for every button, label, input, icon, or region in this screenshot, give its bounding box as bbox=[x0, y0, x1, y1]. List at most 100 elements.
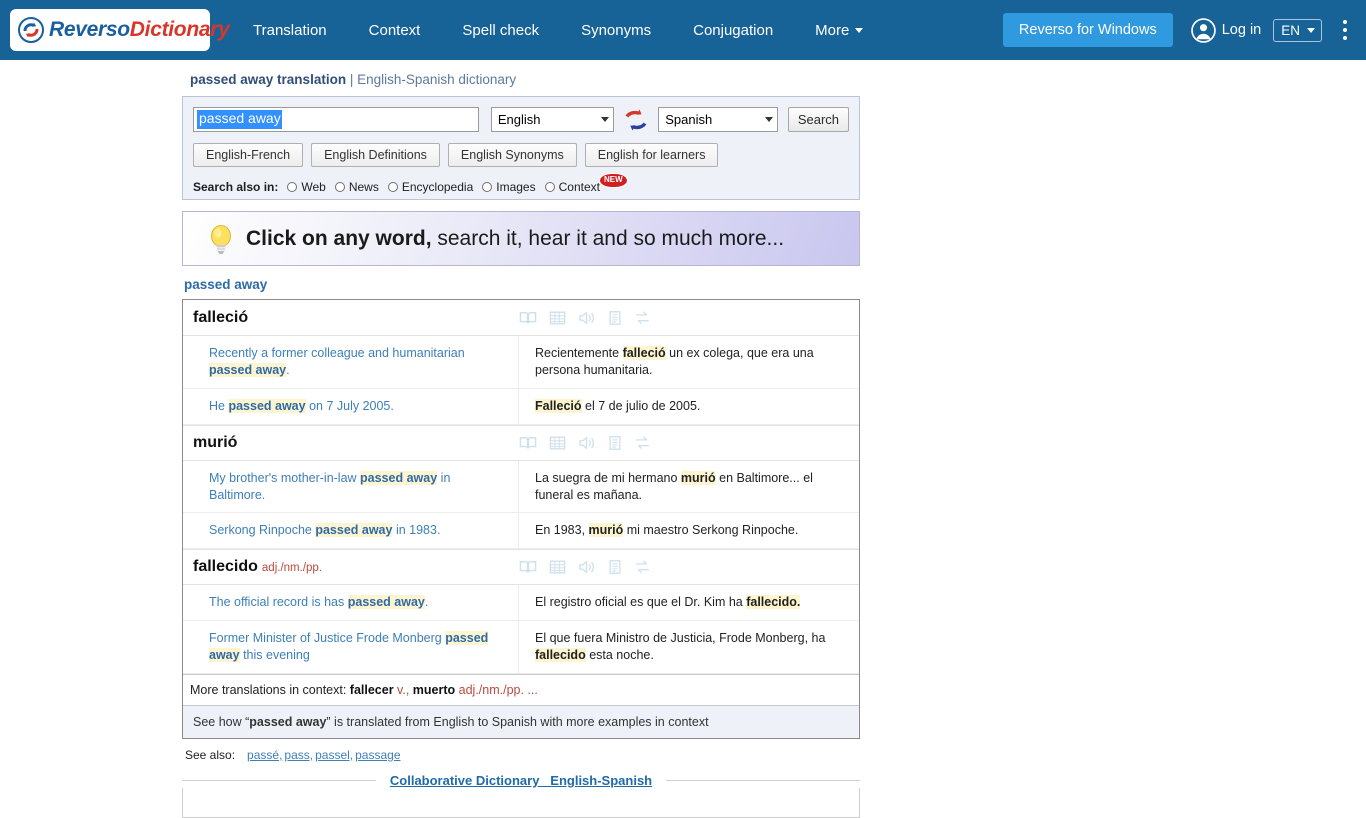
example-text: Recientemente bbox=[535, 346, 623, 360]
open-book-icon[interactable] bbox=[519, 559, 537, 575]
promo-banner[interactable]: Click on any word, search it, hear it an… bbox=[182, 211, 860, 266]
target-language-value: Spanish bbox=[665, 112, 713, 127]
example-text: La suegra de mi hermano bbox=[535, 470, 681, 485]
see-also-link-passel[interactable]: passel, bbox=[315, 748, 353, 762]
chip-english-french[interactable]: English-French bbox=[193, 143, 304, 167]
nav-item-synonyms[interactable]: Synonyms bbox=[560, 22, 672, 39]
chip-english-synonyms[interactable]: English Synonyms bbox=[447, 143, 577, 167]
example-target: Falleció el 7 de julio de 2005. bbox=[519, 389, 859, 424]
see-also-link-passe[interactable]: passé, bbox=[247, 748, 282, 762]
example-text: Former Minister of Justice Frode Monberg bbox=[209, 631, 446, 646]
reverso-dictionary-logo[interactable]: ReversoDictionary bbox=[10, 9, 230, 51]
more-translation-pos: v., bbox=[393, 682, 410, 697]
nav-item-context[interactable]: Context bbox=[348, 22, 442, 39]
example-source[interactable]: Former Minister of Justice Frode Monberg… bbox=[183, 621, 519, 673]
example-row: The official record is has passed away. … bbox=[183, 585, 859, 622]
synonyms-exchange-icon[interactable] bbox=[634, 559, 651, 575]
interface-language-selector[interactable]: EN bbox=[1273, 18, 1322, 42]
reverso-for-windows-button[interactable]: Reverso for Windows bbox=[1002, 13, 1173, 47]
more-options-kebab-icon[interactable] bbox=[1336, 18, 1354, 42]
example-highlight: Falleció bbox=[535, 398, 582, 413]
translation-word-text: fallecido bbox=[193, 558, 258, 576]
example-text: En 1983, bbox=[535, 523, 589, 538]
radio-icon bbox=[387, 181, 398, 192]
speaker-icon[interactable] bbox=[578, 559, 596, 575]
see-also-row: See also: passé, pass, passel, passage bbox=[182, 739, 860, 762]
radio-option-encyclopedia[interactable]: Encyclopedia bbox=[387, 180, 473, 194]
open-book-icon[interactable] bbox=[519, 435, 537, 451]
collaborative-dictionary-pair: English-Spanish bbox=[550, 772, 653, 788]
document-icon[interactable] bbox=[608, 435, 622, 451]
speaker-icon[interactable] bbox=[578, 435, 596, 451]
results-heading: passed away bbox=[184, 277, 268, 292]
swap-languages-icon[interactable] bbox=[624, 108, 648, 132]
example-highlight: passed away bbox=[347, 595, 425, 610]
target-language-select[interactable]: Spanish bbox=[658, 107, 778, 132]
example-text: on 7 July 2005. bbox=[305, 398, 394, 413]
interface-language-value: EN bbox=[1281, 22, 1300, 38]
document-icon[interactable] bbox=[608, 310, 622, 326]
synonyms-exchange-icon[interactable] bbox=[634, 310, 651, 326]
reverso-circle-icon bbox=[18, 17, 44, 43]
see-in-context-row[interactable]: See how “passed away” is translated from… bbox=[183, 704, 859, 738]
page-title: passed away translation | English-Spanis… bbox=[182, 60, 860, 96]
example-text: in 1983. bbox=[392, 523, 441, 538]
radio-icon bbox=[544, 181, 555, 192]
source-language-select[interactable]: English bbox=[490, 107, 615, 132]
conjugation-table-icon[interactable] bbox=[549, 559, 566, 575]
speaker-icon[interactable] bbox=[578, 310, 596, 326]
nav-item-more[interactable]: More bbox=[794, 22, 884, 39]
search-row: passed away English Spanish Search bbox=[193, 107, 850, 132]
radio-option-context[interactable]: Context NEW bbox=[544, 173, 629, 194]
example-text: Serkong Rinpoche bbox=[209, 523, 316, 538]
nav-item-spell-check[interactable]: Spell check bbox=[441, 22, 560, 39]
login-link[interactable]: Log in bbox=[1190, 17, 1261, 43]
document-icon[interactable] bbox=[608, 559, 622, 575]
search-also-in-label: Search also in: bbox=[193, 179, 279, 194]
radio-label-web: Web bbox=[301, 179, 326, 194]
example-text: . bbox=[424, 595, 429, 610]
translation-results-table: falleció Recently a former colleague and… bbox=[182, 299, 860, 739]
radio-label-images: Images bbox=[496, 179, 536, 194]
conjugation-table-icon[interactable] bbox=[549, 310, 566, 326]
divider-line bbox=[182, 779, 376, 781]
translation-word[interactable]: falleció bbox=[183, 309, 519, 327]
context-row-before: See how “ bbox=[193, 714, 250, 729]
top-navigation-bar: ReversoDictionary Translation Context Sp… bbox=[0, 0, 1366, 60]
radio-option-web[interactable]: Web bbox=[287, 179, 326, 194]
example-source[interactable]: The official record is has passed away. bbox=[183, 585, 519, 621]
chip-english-for-learners[interactable]: English for learners bbox=[584, 143, 719, 167]
nav-item-translation[interactable]: Translation bbox=[232, 22, 348, 39]
conjugation-table-icon[interactable] bbox=[549, 435, 566, 451]
translation-entry-header: fallecido adj./nm./pp. bbox=[183, 549, 859, 586]
example-target: El registro oficial es que el Dr. Kim ha… bbox=[519, 585, 859, 620]
example-source[interactable]: My brother's mother-in-law passed away i… bbox=[183, 460, 519, 513]
source-language-value: English bbox=[497, 112, 541, 127]
synonyms-exchange-icon[interactable] bbox=[634, 435, 651, 451]
see-also-link-passage[interactable]: passage bbox=[355, 748, 400, 762]
collaborative-dictionary-panel bbox=[182, 787, 860, 818]
collaborative-dictionary-link[interactable]: Collaborative Dictionary English-Spanish bbox=[376, 773, 666, 788]
example-text: El que fuera Ministro de Justicia, Frode… bbox=[535, 631, 826, 646]
more-translation-word[interactable]: muerto bbox=[409, 683, 455, 697]
translation-entry-header: falleció bbox=[183, 300, 859, 336]
example-source[interactable]: He passed away on 7 July 2005. bbox=[183, 388, 519, 424]
example-source[interactable]: Recently a former colleague and humanita… bbox=[183, 336, 519, 388]
more-translation-word[interactable]: fallecer bbox=[350, 683, 394, 697]
search-button[interactable]: Search bbox=[787, 107, 850, 132]
nav-item-conjugation[interactable]: Conjugation bbox=[672, 22, 794, 39]
translation-word[interactable]: murió bbox=[183, 434, 519, 452]
see-also-link-pass[interactable]: pass, bbox=[284, 748, 313, 762]
radio-option-images[interactable]: Images bbox=[482, 179, 536, 194]
translation-word[interactable]: fallecido adj./nm./pp. bbox=[183, 558, 519, 576]
radio-label-news: News bbox=[348, 179, 379, 194]
lightbulb-icon bbox=[211, 224, 231, 254]
example-text: mi maestro Serkong Rinpoche. bbox=[623, 523, 799, 538]
radio-option-news[interactable]: News bbox=[334, 179, 379, 194]
example-source[interactable]: Serkong Rinpoche passed away in 1983. bbox=[183, 513, 519, 549]
chip-english-definitions[interactable]: English Definitions bbox=[311, 143, 440, 167]
more-translation-pos: adj./nm./pp. ... bbox=[455, 682, 538, 697]
open-book-icon[interactable] bbox=[519, 310, 537, 326]
search-input[interactable]: passed away bbox=[193, 107, 479, 132]
example-highlight: passed away bbox=[209, 362, 287, 377]
